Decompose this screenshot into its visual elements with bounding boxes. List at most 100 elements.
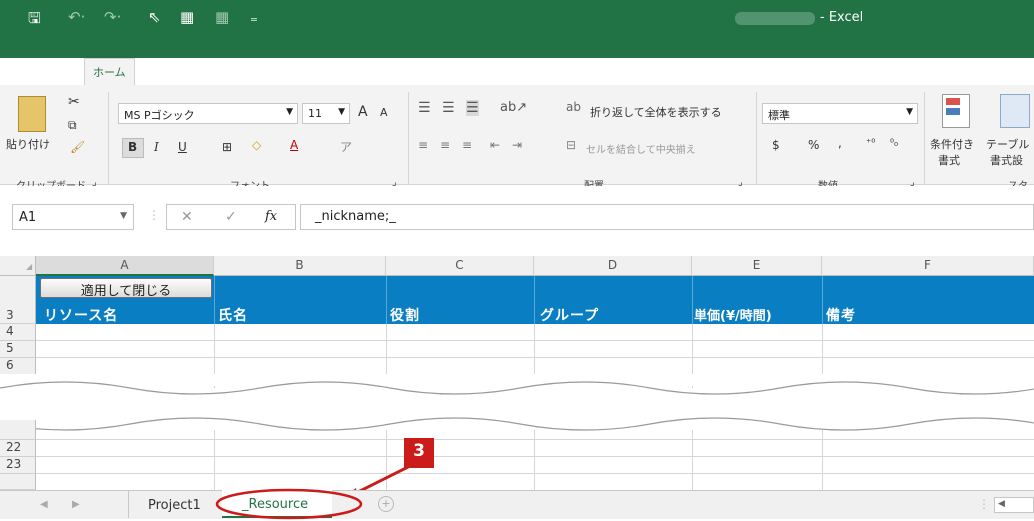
grow-font-button[interactable]: A <box>358 104 368 120</box>
tab-file[interactable]: ファイル <box>20 59 64 85</box>
undo-icon[interactable]: ↶· <box>68 8 85 26</box>
gridline <box>36 456 1034 457</box>
increase-indent-icon[interactable]: ⇥ <box>512 138 522 152</box>
window-title: - Excel <box>820 10 864 25</box>
row-header-4[interactable]: 4 <box>0 324 36 341</box>
tell-me-box[interactable]: 実行したい作業を入力してください <box>672 59 847 85</box>
font-name-select[interactable]: MS Pゴシック ▼ <box>118 103 298 124</box>
comma-button[interactable]: , <box>838 136 842 150</box>
merge-center-button[interactable]: セルを結合して中央揃え <box>586 141 696 156</box>
wrap-text-icon: ab <box>566 100 581 114</box>
font-size-select[interactable]: 11 ▼ <box>302 103 350 124</box>
italic-button[interactable]: I <box>154 140 159 154</box>
column-header-d[interactable]: D <box>534 256 692 276</box>
tab-view[interactable]: 表示 <box>522 59 544 85</box>
divider <box>822 276 823 324</box>
scroll-left-icon[interactable]: ◀ <box>40 499 48 510</box>
phonetic-icon[interactable]: ア <box>340 138 352 155</box>
tab-developer[interactable]: 開発 <box>576 59 598 85</box>
format-table-button[interactable]: テーブル <box>986 136 1029 152</box>
cancel-icon[interactable]: ✕ <box>181 209 193 225</box>
redo-icon[interactable]: ↷· <box>104 8 121 26</box>
underline-button[interactable]: U <box>178 140 187 154</box>
bold-button[interactable]: B <box>128 140 137 154</box>
tab-page-layout[interactable]: ページレイアウト <box>204 59 292 85</box>
borders-icon[interactable]: ⊞ <box>222 140 232 154</box>
horizontal-scrollbar[interactable]: ◀ <box>994 497 1034 513</box>
column-header-c[interactable]: C <box>386 256 534 276</box>
row-header-5[interactable]: 5 <box>0 341 36 358</box>
apply-close-button[interactable]: 適用して閉じる <box>40 278 212 299</box>
divider <box>534 276 535 324</box>
align-center-icon[interactable]: ≡ <box>440 138 450 152</box>
align-left-icon[interactable]: ≡ <box>418 138 428 152</box>
font-color-icon[interactable]: A <box>290 138 298 152</box>
align-bottom-icon[interactable]: ☰ <box>466 100 479 116</box>
number-format-select[interactable]: 標準 ▼ <box>762 103 918 124</box>
gridline <box>692 430 693 490</box>
formula-input[interactable]: _nickname;_ <box>300 204 1034 230</box>
select-all-corner[interactable]: ◢ <box>0 256 36 276</box>
tab-split-grip-icon[interactable]: ⋮ <box>978 497 990 511</box>
format-painter-icon[interactable]: 🖌 <box>70 140 85 154</box>
align-top-icon[interactable]: ☰ <box>418 100 431 116</box>
disabled-form-icon[interactable]: ▦ <box>215 8 229 26</box>
percent-button[interactable]: % <box>808 138 819 152</box>
row-header-22[interactable]: 22 <box>0 440 36 457</box>
row-header-24[interactable] <box>0 474 36 490</box>
row-header-23[interactable]: 23 <box>0 457 36 474</box>
conditional-format-button[interactable]: 条件付き <box>930 136 974 152</box>
blurred-filename <box>735 12 815 25</box>
tab-formulas[interactable]: 数式 <box>334 59 356 85</box>
copy-icon[interactable]: ⧉ <box>68 118 77 133</box>
row-header-6[interactable]: 6 <box>0 358 36 375</box>
enter-icon[interactable]: ✓ <box>225 209 237 225</box>
divider <box>108 92 109 184</box>
currency-button[interactable]: $ <box>772 138 780 152</box>
wrap-text-button[interactable]: 折り返して全体を表示する <box>590 104 722 120</box>
tab-home[interactable]: ホーム <box>84 58 135 85</box>
add-sheet-icon[interactable]: + <box>378 496 394 512</box>
tab-insert[interactable]: 挿入 <box>160 59 182 85</box>
orientation-icon[interactable]: ab↗ <box>500 100 527 115</box>
form-icon[interactable]: ▦ <box>180 8 194 26</box>
row-header-21[interactable] <box>0 420 36 440</box>
divider <box>692 276 693 324</box>
decrease-decimal-button[interactable]: ⁰₀ <box>890 138 898 149</box>
search-icon[interactable]: ⚲ <box>652 59 660 85</box>
name-box[interactable]: A1 ▼ <box>12 204 134 230</box>
tab-data[interactable]: データ <box>396 59 429 85</box>
scroll-left-icon[interactable]: ◀ <box>998 499 1005 509</box>
formula-bar: A1 ▼ ⋮ ✕ ✓ fx _nickname;_ <box>0 186 1034 243</box>
gridline <box>36 357 1034 358</box>
merge-icon: ⊟ <box>566 138 577 152</box>
gridline <box>822 430 823 490</box>
column-header-f[interactable]: F <box>822 256 1034 276</box>
tab-review[interactable]: 校閲 <box>455 59 477 85</box>
insert-function-icon[interactable]: fx <box>265 209 277 224</box>
conditional-format-icon <box>942 94 970 128</box>
sheet-tab-project1[interactable]: Project1 <box>148 498 201 513</box>
row-header-3[interactable]: 3 <box>0 276 36 324</box>
column-header-a[interactable]: A <box>36 256 214 276</box>
gridline <box>534 430 535 490</box>
paste-icon[interactable] <box>18 96 46 132</box>
scroll-right-icon[interactable]: ▶ <box>72 499 80 510</box>
cut-icon[interactable]: ✂ <box>68 94 80 110</box>
decrease-indent-icon[interactable]: ⇤ <box>490 138 500 152</box>
fill-color-icon[interactable]: ◇ <box>252 138 261 152</box>
align-middle-icon[interactable]: ☰ <box>442 100 455 116</box>
pointer-icon[interactable]: ⇖ <box>148 8 161 26</box>
paste-button[interactable]: 貼り付け <box>6 136 50 152</box>
format-table-line2: 書式設 <box>990 154 1023 167</box>
gridline <box>36 340 1034 341</box>
increase-decimal-button[interactable]: ⁺⁰ <box>866 138 875 149</box>
chevron-down-icon: ▼ <box>338 107 345 117</box>
save-icon[interactable]: 🖫 <box>28 8 41 33</box>
customize-toolbar-icon[interactable]: ₌ <box>250 8 258 26</box>
shrink-font-button[interactable]: A <box>380 106 388 119</box>
column-header-b[interactable]: B <box>214 256 386 276</box>
align-right-icon[interactable]: ≡ <box>462 138 472 152</box>
column-header-e[interactable]: E <box>692 256 822 276</box>
highlight-ellipse <box>215 488 363 520</box>
